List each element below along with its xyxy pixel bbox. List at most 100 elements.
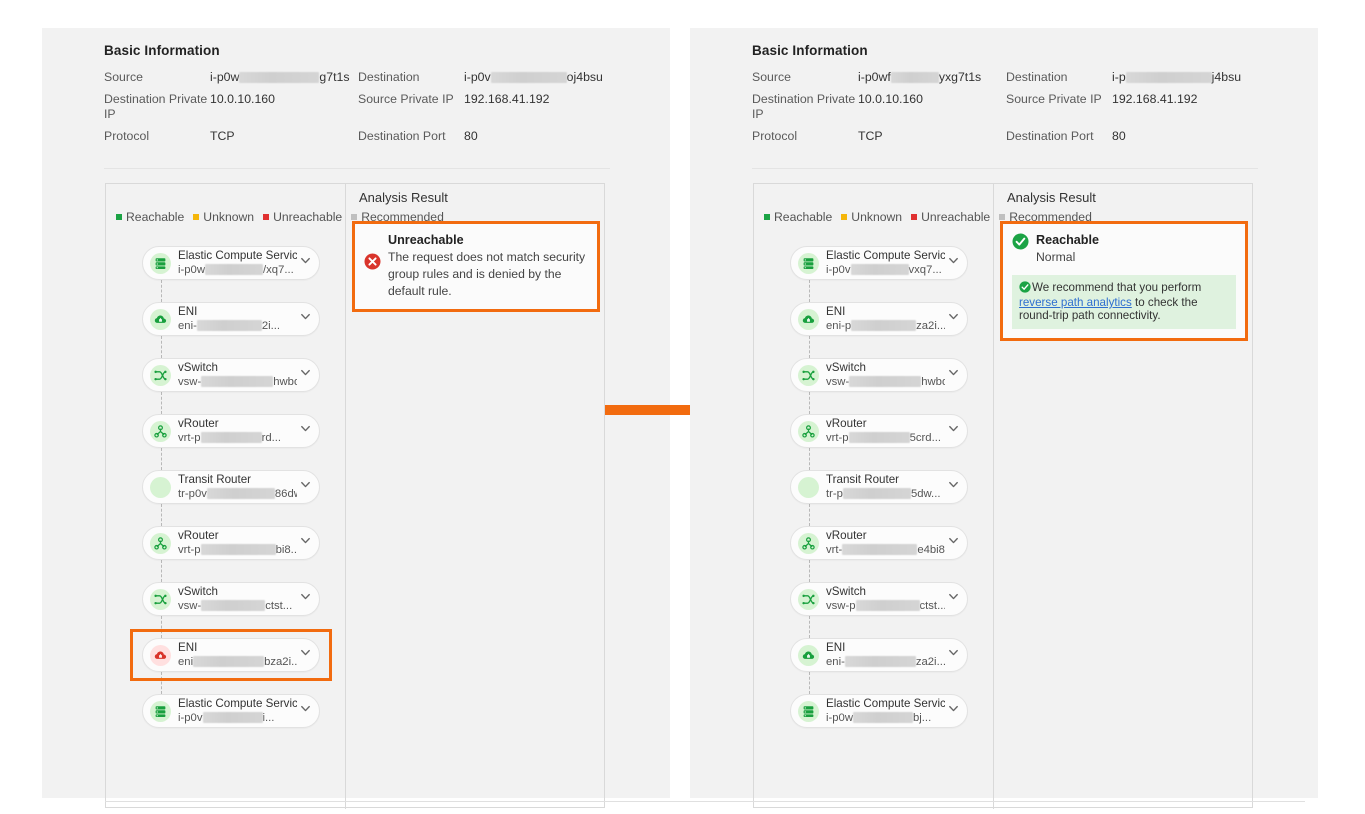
path-node-eni[interactable]: ENI eni-za2i... (790, 638, 968, 672)
path-node-id-prefix: i-p0w (178, 263, 205, 276)
chevron-down-icon[interactable] (299, 702, 313, 720)
legend-label-unknown: Unknown (203, 210, 255, 224)
field-value-destination-private-ip: 10.0.10.160 (858, 92, 923, 106)
chevron-down-icon[interactable] (947, 534, 961, 552)
page-bottom-divider (105, 801, 1305, 802)
redaction-mask (201, 375, 274, 387)
path-node: ENI eni-p za2i... (782, 302, 978, 358)
field-value-destination-private-ip: 10.0.10.160 (210, 92, 275, 106)
screenshot-root: Basic Information Source i-p0w g7t1s Dest… (0, 0, 1365, 814)
path-node-elastic-compute-service[interactable]: Elastic Compute Service i-p0w bj... (790, 694, 968, 728)
vrouter-icon (150, 532, 171, 554)
chevron-down-icon[interactable] (299, 366, 313, 384)
path-node-id-prefix: vrt-p (178, 543, 201, 556)
path-node-type: vSwitch (178, 585, 218, 598)
chevron-down-icon[interactable] (299, 478, 313, 496)
path-node-vrouter[interactable]: vRoutervrt-p bi8... (142, 526, 320, 560)
chevron-down-icon[interactable] (947, 646, 961, 664)
path-node-id-suffix: za2i... (916, 319, 945, 332)
path-node-elastic-compute-service[interactable]: Elastic Compute Service i-p0v vxq7... (790, 246, 968, 280)
path-node: vRoutervrt-p bi8... (134, 526, 330, 582)
node-connector (161, 448, 162, 470)
path-node-id-prefix: i-p0w (826, 711, 853, 724)
chevron-down-icon[interactable] (947, 254, 961, 272)
node-connector (809, 448, 810, 470)
path-node-id: vrt-e4bi8... (826, 542, 945, 557)
path-node-id-prefix: vsw- (826, 375, 850, 388)
node-connector (809, 672, 810, 694)
field-label-destination-port: Destination Port (1006, 129, 1094, 143)
field-value-destination-suffix: oj4bsu (566, 70, 603, 84)
path-node-text: ENI eni bza2i... (178, 642, 297, 669)
path-node-eni[interactable]: ENI eni bza2i... (142, 638, 320, 672)
path-node-transit-router[interactable]: Transit Routertr-p0v 86dw... (142, 470, 320, 504)
path-node-transit-router[interactable]: Transit Router tr-p 5dw... (790, 470, 968, 504)
vrouter-icon (798, 532, 819, 554)
node-chain-right: Elastic Compute Service i-p0v vxq7... ENI e… (782, 246, 978, 728)
recommendation-text-before: We recommend that you perform (1032, 281, 1202, 294)
path-node-id-suffix: ctst... (265, 599, 293, 612)
field-value-source: i-p0wf yxg7t1s (858, 66, 1006, 88)
chevron-down-icon[interactable] (947, 310, 961, 328)
chevron-down-icon[interactable] (947, 590, 961, 608)
field-label-protocol: Protocol (752, 129, 798, 143)
chevron-down-icon[interactable] (299, 310, 313, 328)
path-node: ENI eni- 2i... (134, 302, 330, 358)
chevron-down-icon[interactable] (299, 646, 313, 664)
path-node-eni[interactable]: ENI eni- 2i... (142, 302, 320, 336)
chevron-down-icon[interactable] (299, 590, 313, 608)
analysis-result-body-left: Unreachable The request does not match s… (346, 212, 606, 809)
field-value-source-private-ip: 192.168.41.192 (464, 92, 550, 106)
redaction-mask (842, 487, 911, 499)
path-node-elastic-compute-service[interactable]: Elastic Compute Service i-p0w/xq7... (142, 246, 320, 280)
chevron-down-icon[interactable] (299, 422, 313, 440)
path-node: Elastic Compute Service i-p0w/xq7... (134, 246, 330, 302)
chevron-down-icon[interactable] (947, 366, 961, 384)
node-connector (161, 280, 162, 302)
path-node-text: ENI eni- 2i... (178, 306, 297, 333)
ecs-icon (798, 252, 819, 274)
path-node-type: Transit Router (178, 473, 252, 486)
path-node-id-suffix: e4bi8... (917, 543, 945, 556)
path-node-id-prefix: vrt- (826, 543, 843, 556)
path-node: ENI eni bza2i... (130, 629, 332, 694)
path-node-vswitch[interactable]: vSwitchvsw-hwbq... (790, 358, 968, 392)
path-node-id-suffix: 86dw... (274, 487, 297, 500)
chevron-down-icon[interactable] (299, 534, 313, 552)
path-node-id-prefix: tr-p (826, 487, 843, 500)
path-node-eni[interactable]: ENI eni-p za2i... (790, 302, 968, 336)
path-node-text: vRouter vrt-p 5crd... (826, 418, 945, 445)
path-node: Elastic Compute Service i-p0v i... (134, 694, 330, 728)
redaction-mask (193, 655, 265, 667)
legend-label-unknown: Unknown (851, 210, 903, 224)
path-node: Transit Routertr-p0v 86dw... (134, 470, 330, 526)
path-node-vrouter[interactable]: vRouter vrt-p rd... (142, 414, 320, 448)
path-node-vrouter[interactable]: vRouter vrt-p 5crd... (790, 414, 968, 448)
path-node-type: vRouter (178, 417, 219, 430)
path-node-id: vsw-p ctst... (826, 598, 945, 613)
path-node-elastic-compute-service[interactable]: Elastic Compute Service i-p0v i... (142, 694, 320, 728)
path-node-id-suffix: i... (262, 711, 275, 724)
path-node-vrouter[interactable]: vRoutervrt-e4bi8... (790, 526, 968, 560)
path-node-vswitch[interactable]: vSwitch vsw-ctst... (142, 582, 320, 616)
legend-label-reachable: Reachable (126, 210, 185, 224)
path-node-vswitch[interactable]: vSwitch vsw-p ctst... (790, 582, 968, 616)
chevron-down-icon[interactable] (947, 702, 961, 720)
path-node-vswitch[interactable]: vSwitchvsw-hwbq... (142, 358, 320, 392)
chevron-down-icon[interactable] (947, 422, 961, 440)
path-node-id: eni-za2i... (826, 654, 945, 669)
path-node-id-suffix: hwbq... (273, 375, 297, 388)
path-node-id-suffix: bj... (913, 711, 932, 724)
node-connector (809, 280, 810, 302)
reverse-path-analytics-link[interactable]: reverse path analytics (1019, 296, 1132, 309)
redaction-mask (853, 711, 913, 723)
node-connector (161, 392, 162, 414)
ecs-icon (150, 252, 171, 274)
chevron-down-icon[interactable] (947, 478, 961, 496)
legend-dot-reachable (764, 213, 770, 220)
field-label-destination: Destination (1006, 70, 1068, 84)
redaction-mask (1125, 72, 1212, 83)
field-value-source-private-ip: 192.168.41.192 (1112, 92, 1198, 106)
field-label-source: Source (104, 70, 143, 84)
chevron-down-icon[interactable] (299, 254, 313, 272)
